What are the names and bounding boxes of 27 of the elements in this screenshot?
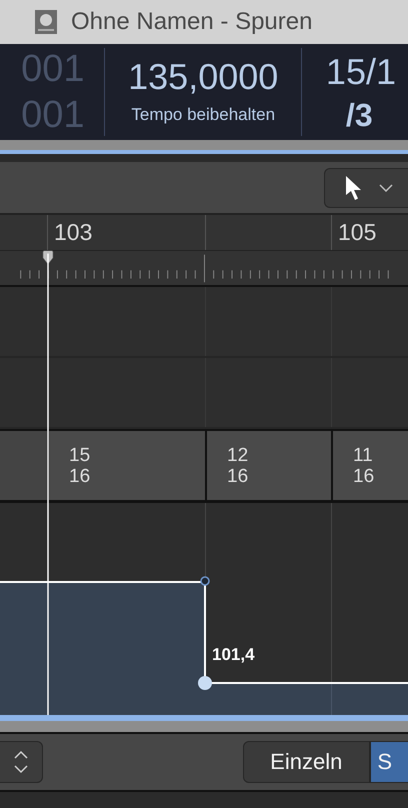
signature-denominator: 16 [69, 466, 92, 487]
tempo-point[interactable] [198, 676, 212, 690]
division-readout: /3 [344, 96, 374, 135]
signature-denominator: 16 [227, 466, 250, 487]
pointer-icon [345, 174, 363, 200]
stepper[interactable] [0, 741, 43, 783]
signature-numerator: 15 [69, 445, 92, 466]
tempo-readout: 135,0000 [128, 55, 278, 99]
tempo-mode: Tempo beibehalten [131, 104, 276, 126]
tool-button[interactable] [324, 168, 408, 208]
playhead[interactable] [40, 250, 56, 715]
tempo-point[interactable] [200, 576, 210, 586]
position-readout: 001 [21, 47, 84, 92]
mode-segment[interactable]: S [370, 741, 408, 783]
project-icon [35, 10, 57, 34]
bar-number: 105 [337, 219, 376, 245]
position-readout: 001 [21, 93, 84, 138]
signature-readout: 15/1 [326, 50, 396, 94]
up-down-chevron-icon [13, 749, 29, 775]
signature-numerator: 12 [227, 445, 250, 466]
window-title: Ohne Namen - Spuren [71, 8, 312, 36]
chevron-down-icon [379, 184, 393, 192]
bar-number: 103 [53, 219, 92, 245]
tempo-value: 101,4 [212, 645, 255, 665]
signature-numerator: 11 [353, 445, 374, 466]
mode-segment[interactable]: Einzeln [243, 741, 370, 783]
signature-denominator: 16 [353, 466, 376, 487]
